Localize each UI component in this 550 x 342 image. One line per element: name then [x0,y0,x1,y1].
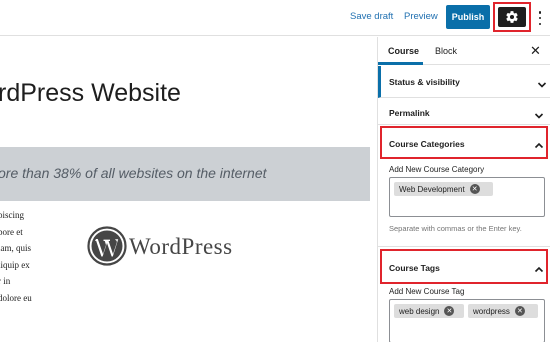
active-tab-indicator [378,62,423,65]
remove-token-icon[interactable]: ✕ [469,184,480,194]
editor-toolbar: Save draft Preview Publish [0,0,550,36]
remove-token-icon[interactable]: ✕ [444,306,455,316]
more-options-button[interactable] [536,9,544,27]
category-help-text: Separate with commas or the Enter key. [389,224,522,233]
tag-field-label: Add New Course Tag [389,287,465,296]
preview-button[interactable]: Preview [404,11,438,22]
chevron-up-icon [534,262,544,273]
category-token: Web Development ✕ [394,182,493,196]
paragraph-block[interactable]: piscing bore et iam, quis liquip ex r in… [0,207,58,306]
token-label: web design [399,306,440,316]
tab-block[interactable]: Block [435,46,457,56]
token-label: wordpress [473,306,510,316]
settings-highlight [493,2,531,32]
post-title[interactable]: rdPress Website [0,79,181,108]
panel-title: Status & visibility [389,77,460,87]
gear-icon [506,11,518,23]
pullquote-block[interactable]: ore than 38% of all websites on the inte… [0,147,370,201]
paragraph-line: dolore eu [0,292,32,303]
settings-button[interactable] [498,7,526,27]
remove-token-icon[interactable]: ✕ [514,306,525,316]
wordpress-logo-icon [87,226,127,266]
tag-token: wordpress ✕ [468,304,538,318]
token-label: Web Development [399,184,465,194]
panel-title: Course Tags [389,263,440,273]
paragraph-line: bore et [0,226,23,237]
panel-permalink[interactable]: Permalink [378,98,550,125]
panel-title: Permalink [389,108,430,118]
category-token-field[interactable]: Web Development ✕ [389,177,545,217]
save-draft-button[interactable]: Save draft [350,11,393,22]
chevron-down-icon [534,108,544,119]
paragraph-line: liquip ex [0,259,30,270]
panel-course-tags[interactable]: Course Tags [378,251,550,282]
editor-canvas[interactable]: rdPress Website ore than 38% of all webs… [0,37,377,342]
paragraph-line: r in [0,276,11,286]
panel-status-visibility[interactable]: Status & visibility [378,66,550,98]
close-icon[interactable]: ✕ [530,43,541,59]
vertical-ellipsis-icon [538,11,542,14]
tag-token: web design ✕ [394,304,464,318]
panel-title: Course Categories [389,139,465,149]
divider [378,246,550,247]
tag-token-field[interactable]: web design ✕ wordpress ✕ [389,299,545,342]
chevron-down-icon [537,77,547,88]
chevron-up-icon [534,138,544,149]
tab-course[interactable]: Course [388,46,419,56]
pullquote-text: ore than 38% of all websites on the inte… [0,165,267,181]
paragraph-line: piscing [0,210,24,220]
paragraph-line: iam, quis [0,243,31,253]
publish-button[interactable]: Publish [446,5,490,29]
panel-course-categories[interactable]: Course Categories [378,128,550,157]
settings-sidebar: Course Block ✕ Status & visibility Perma… [377,37,550,342]
wordpress-wordmark: WordPress [129,234,233,259]
sidebar-tabs: Course Block ✕ [378,37,550,65]
category-field-label: Add New Course Category [389,165,485,174]
